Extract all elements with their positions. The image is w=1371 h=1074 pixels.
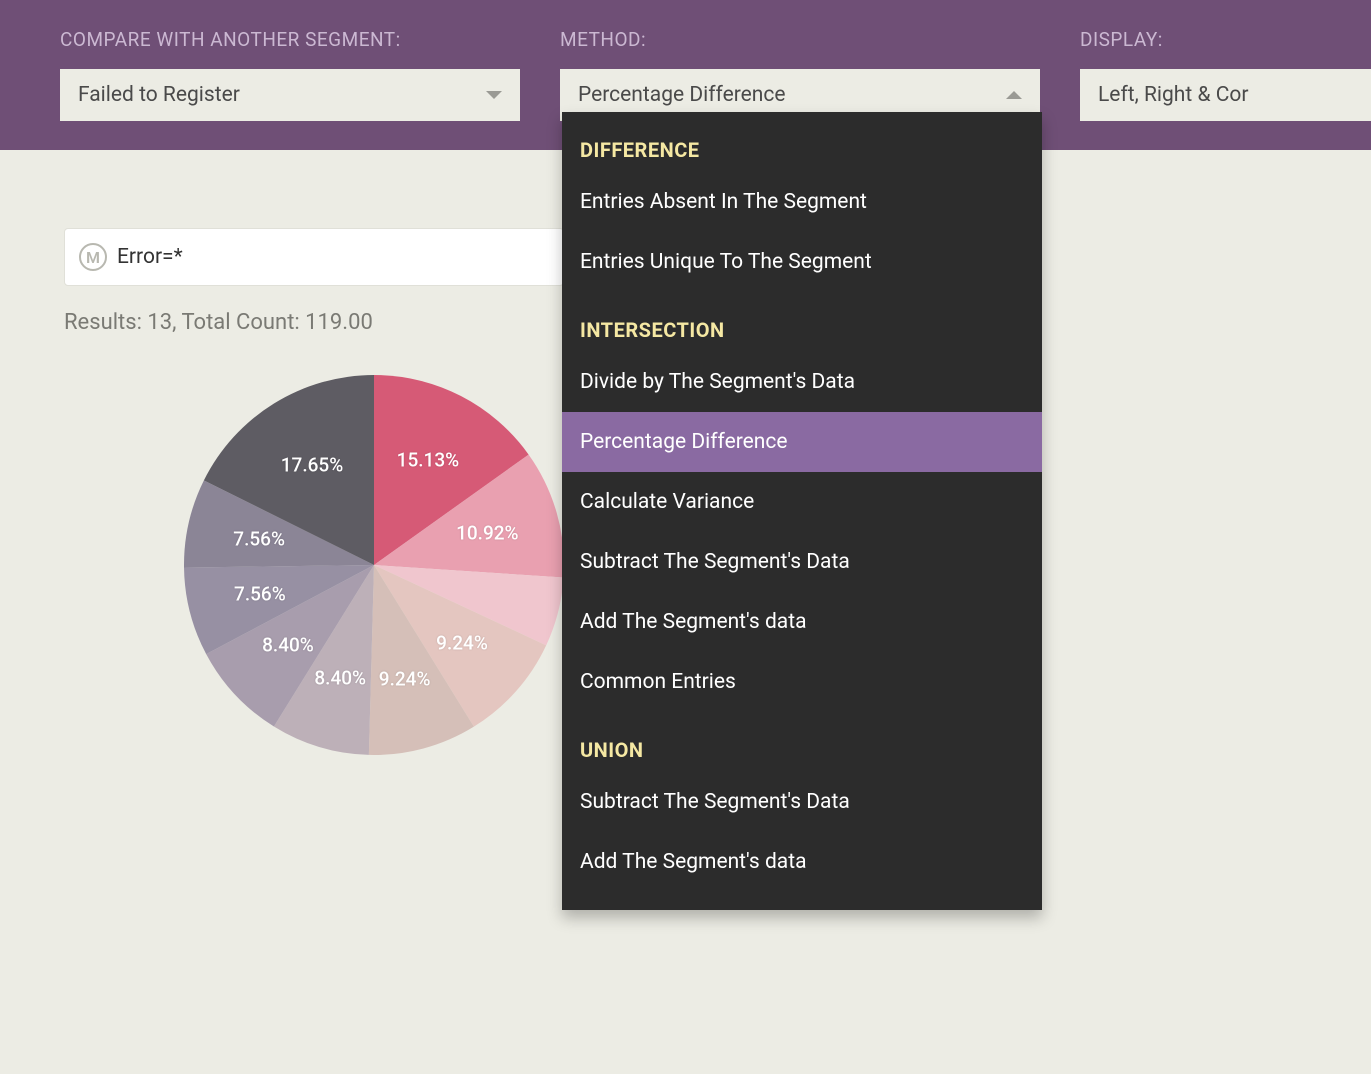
dropdown-item[interactable]: Calculate Variance — [562, 472, 1042, 532]
chevron-up-icon — [1006, 91, 1022, 99]
dropdown-item[interactable]: Entries Absent In The Segment — [562, 172, 1042, 232]
compare-group: COMPARE WITH ANOTHER SEGMENT: Failed to … — [60, 28, 520, 150]
dropdown-group-header: DIFFERENCE — [562, 112, 1042, 172]
compare-label: COMPARE WITH ANOTHER SEGMENT: — [60, 28, 520, 51]
display-select-value: Left, Right & Cor — [1098, 83, 1248, 107]
dropdown-group-header: INTERSECTION — [562, 292, 1042, 352]
display-select[interactable]: Left, Right & Cor — [1080, 69, 1371, 121]
pie-chart: 15.13%10.92%9.24%9.24%8.40%8.40%7.56%7.5… — [184, 375, 564, 755]
chevron-down-icon — [486, 91, 502, 99]
dropdown-item[interactable]: Add The Segment's data — [562, 832, 1042, 892]
filter-chip-bar[interactable]: M Error=* — [64, 228, 564, 286]
dropdown-item[interactable]: Divide by The Segment's Data — [562, 352, 1042, 412]
display-label: DISPLAY: — [1080, 28, 1371, 51]
compare-select-value: Failed to Register — [78, 83, 240, 107]
method-select-value: Percentage Difference — [578, 83, 786, 107]
method-dropdown-panel: DIFFERENCEEntries Absent In The SegmentE… — [562, 112, 1042, 910]
dropdown-item[interactable]: Subtract The Segment's Data — [562, 772, 1042, 832]
filter-chip-text: Error=* — [117, 245, 183, 269]
compare-select[interactable]: Failed to Register — [60, 69, 520, 121]
dropdown-item[interactable]: Subtract The Segment's Data — [562, 532, 1042, 592]
dropdown-item[interactable]: Common Entries — [562, 652, 1042, 712]
dropdown-group-header: UNION — [562, 712, 1042, 772]
dropdown-item[interactable]: Percentage Difference — [562, 412, 1042, 472]
display-group: DISPLAY: Left, Right & Cor — [1080, 28, 1371, 150]
dropdown-item[interactable]: Entries Unique To The Segment — [562, 232, 1042, 292]
metric-badge-icon: M — [79, 243, 107, 271]
method-label: METHOD: — [560, 28, 1040, 51]
dropdown-item[interactable]: Add The Segment's data — [562, 592, 1042, 652]
